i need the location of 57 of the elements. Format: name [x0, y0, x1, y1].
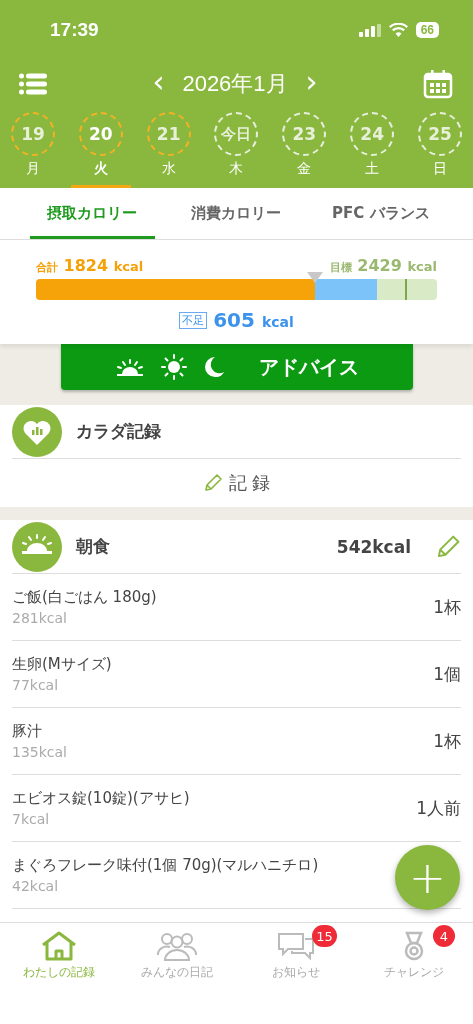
shortfall-fill	[314, 279, 377, 300]
nav-tab[interactable]: わたしの記録	[0, 923, 119, 983]
goal-tick	[404, 279, 407, 300]
pencil-icon	[202, 473, 223, 493]
nav-tab[interactable]: チャレンジ 4	[354, 923, 473, 983]
food-calories: 135kcal	[12, 744, 67, 760]
section-title: カラダ記録	[76, 420, 162, 443]
clock-time: 17:39	[50, 19, 99, 41]
battery-indicator: 66	[415, 22, 439, 38]
chat-icon	[275, 931, 316, 961]
nav-tab[interactable]: お知らせ 15	[236, 923, 355, 983]
meal-calories: 542kcal	[336, 536, 411, 557]
signal-icon	[358, 23, 381, 37]
calendar-icon[interactable]	[423, 69, 453, 99]
day-tab[interactable]: 25 日	[409, 108, 470, 188]
day-tab[interactable]: 24 土	[342, 108, 403, 188]
goal-calories: 目標 2429 kcal	[329, 256, 437, 275]
record-button[interactable]: 記 録	[12, 459, 461, 507]
people-icon	[156, 931, 199, 961]
food-amount: 1個	[433, 662, 461, 686]
calorie-tab[interactable]: 消費カロリー	[174, 190, 299, 239]
notification-badge: 15	[312, 925, 337, 947]
food-amount: 1人前	[416, 796, 461, 820]
edit-icon[interactable]	[435, 533, 461, 560]
advice-button[interactable]: アドバイス	[60, 344, 413, 390]
day-tab[interactable]: 20 火	[70, 108, 131, 188]
sun-icon	[160, 354, 187, 380]
menu-icon[interactable]	[19, 73, 47, 95]
nav-tab[interactable]: みんなの日記	[118, 923, 237, 983]
month-title: 2026年1月	[182, 70, 288, 98]
total-calories: 合計 1824 kcal	[36, 256, 144, 275]
pointer-icon	[306, 272, 323, 283]
next-month-button[interactable]: ›	[301, 67, 322, 101]
food-calories: 281kcal	[12, 610, 68, 626]
food-calories: 42kcal	[12, 878, 60, 894]
food-name: エビオス錠(10錠)(アサヒ)	[12, 789, 190, 808]
food-name: ご飯(白ごはん 180g)	[12, 588, 157, 607]
food-calories: 7kcal	[12, 811, 51, 827]
food-calories: 77kcal	[12, 677, 60, 693]
section-title: 朝食	[76, 535, 111, 558]
day-tab[interactable]: 19 月	[3, 108, 63, 188]
notification-badge: 4	[433, 925, 455, 947]
shortfall-calories: 605 kcal	[213, 308, 294, 332]
food-amount: 1杯	[433, 595, 461, 619]
calorie-tab[interactable]: PFC バランス	[318, 190, 444, 239]
food-amount: 1杯	[433, 729, 461, 753]
day-tab[interactable]: 21 水	[138, 108, 199, 188]
previous-month-button[interactable]: ‹	[148, 67, 169, 101]
day-tab[interactable]: 今日 木	[206, 108, 267, 188]
food-name: 豚汁	[12, 722, 43, 741]
moon-icon	[202, 356, 225, 378]
day-tab[interactable]: 23 金	[274, 108, 335, 188]
sunrise-icon	[114, 358, 145, 376]
food-name: まぐろフレーク味付(1個 70g)(マルハニチロ)	[12, 856, 319, 875]
shortfall-tag: 不足	[179, 311, 208, 329]
food-name: 生卵(Mサイズ)	[12, 655, 112, 674]
wifi-icon	[388, 23, 408, 37]
